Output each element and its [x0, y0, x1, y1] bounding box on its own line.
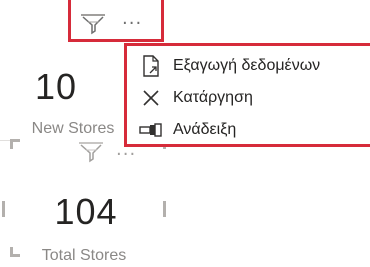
- card-label: Total Stores: [41, 247, 127, 264]
- context-menu: Εξαγωγή δεδομένων Κατάργηση Ανάδειξη: [124, 43, 370, 147]
- card-resize-corner[interactable]: [10, 139, 20, 149]
- menu-item-export-data[interactable]: Εξαγωγή δεδομένων: [137, 52, 370, 80]
- card-header-toolbar: ···: [80, 12, 160, 36]
- card-value: 10: [34, 66, 78, 107]
- export-data-icon: [137, 55, 165, 77]
- filter-icon[interactable]: [80, 13, 106, 35]
- menu-item-spotlight[interactable]: Ανάδειξη: [137, 116, 370, 144]
- card-resize-handle-left[interactable]: [2, 201, 5, 217]
- close-icon: [137, 87, 165, 109]
- spotlight-icon: [137, 119, 165, 141]
- more-options-icon[interactable]: ···: [116, 145, 136, 164]
- card-value: 104: [54, 191, 118, 232]
- more-options-icon[interactable]: ···: [122, 15, 142, 33]
- filter-icon[interactable]: [78, 141, 104, 168]
- menu-item-label: Εξαγωγή δεδομένων: [173, 57, 321, 74]
- menu-item-label: Ανάδειξη: [173, 121, 237, 138]
- menu-item-label: Κατάργηση: [173, 89, 253, 106]
- menu-item-remove[interactable]: Κατάργηση: [137, 84, 370, 112]
- card-total-stores: ··· 104 Total Stores: [2, 139, 166, 267]
